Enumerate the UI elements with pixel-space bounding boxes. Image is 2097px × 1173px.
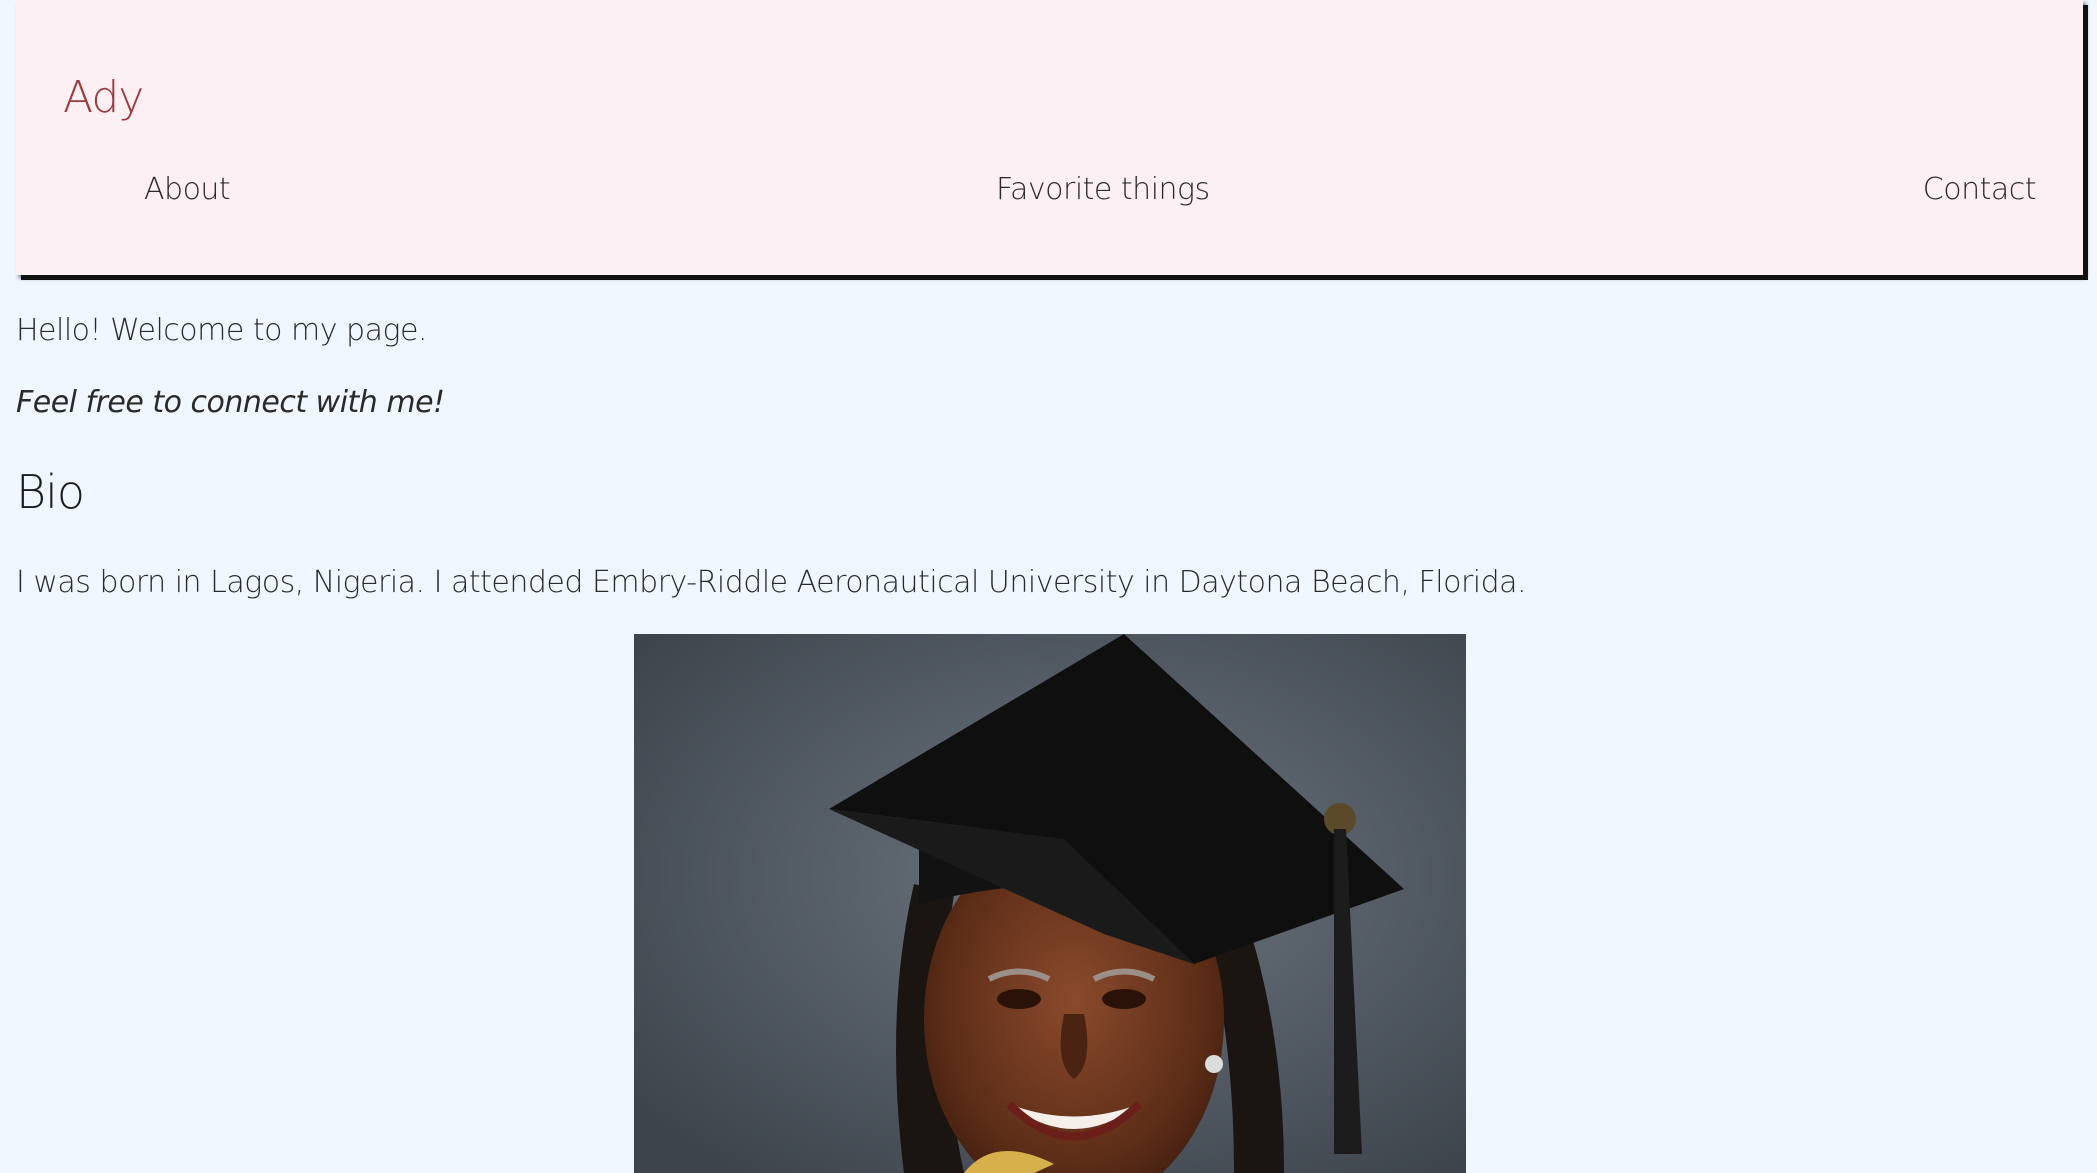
bio-heading: Bio <box>16 465 85 519</box>
greeting-text: Hello! Welcome to my page. <box>16 313 427 348</box>
site-header: Ady About Favorite things Contact <box>16 0 2083 275</box>
nav-link-about[interactable]: About <box>144 172 231 207</box>
nav-link-contact[interactable]: Contact <box>1923 172 2037 207</box>
bio-paragraph: I was born in Lagos, Nigeria. I attended… <box>16 565 1527 600</box>
page: Ady About Favorite things Contact Hello!… <box>0 0 2097 1173</box>
tagline-text: Feel free to connect with me! <box>16 385 445 420</box>
brand-logo-link[interactable]: Ady <box>63 72 144 123</box>
graduation-portrait-image <box>634 634 1466 1173</box>
nav-link-favorite-things[interactable]: Favorite things <box>996 172 1210 207</box>
